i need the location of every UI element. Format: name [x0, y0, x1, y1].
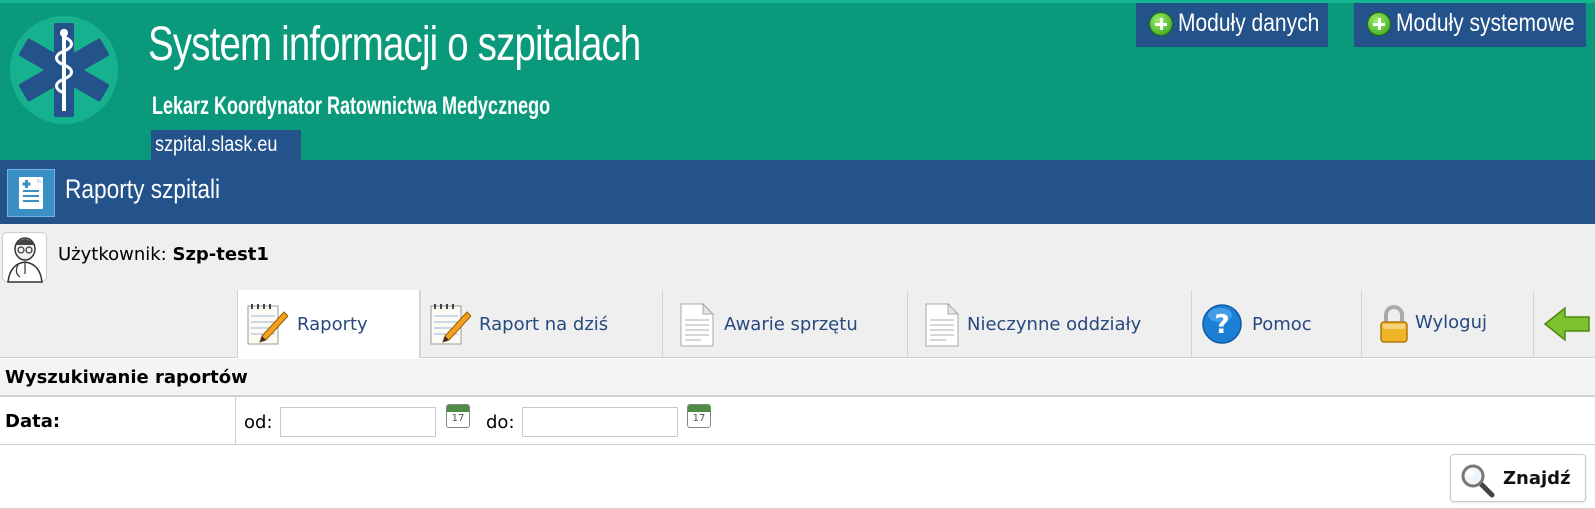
back-arrow-icon	[1543, 306, 1590, 342]
help-icon: ?	[1202, 304, 1242, 344]
notepad-pencil-icon	[430, 304, 471, 345]
data-modules-button[interactable]: Moduły danych	[1136, 3, 1328, 47]
app-subtitle: Lekarz Koordynator Ratownictwa Medyczneg…	[152, 92, 551, 120]
date-filter-row: Data: od: 17 do: 17	[0, 397, 1595, 445]
magnifier-icon	[1461, 464, 1495, 498]
svg-text:?: ?	[1214, 310, 1229, 340]
plus-icon	[1149, 12, 1173, 36]
tab-raport-na-dzis[interactable]: Raport na dziś	[420, 290, 662, 357]
system-modules-label: Moduły systemowe	[1396, 9, 1575, 37]
data-modules-label: Moduły danych	[1178, 9, 1320, 37]
doctor-avatar	[2, 232, 47, 283]
date-label: Data:	[5, 411, 61, 432]
document-icon	[925, 302, 960, 347]
find-button[interactable]: Znajdź	[1450, 454, 1586, 502]
tab-raporty-label: Raporty	[297, 314, 368, 335]
back-button[interactable]	[1533, 290, 1595, 357]
tab-bar: Raporty Raport na dziś Awarie sprzętu Ni…	[0, 290, 1595, 358]
padlock-icon	[1380, 305, 1408, 343]
user-label: Użytkownik:	[58, 244, 167, 265]
tab-pomoc-label: Pomoc	[1252, 314, 1312, 335]
date-from-input[interactable]	[280, 407, 436, 437]
search-button-row: Znajdź	[0, 445, 1595, 509]
star-of-life-logo-icon	[10, 16, 118, 124]
date-to-label: do:	[486, 412, 515, 433]
document-icon	[680, 302, 715, 347]
tab-awarie-sprzetu[interactable]: Awarie sprzętu	[662, 290, 907, 357]
domain-badge: szpital.slask.eu	[151, 130, 302, 160]
tab-nieczynne-oddzialy-label: Nieczynne oddziały	[967, 314, 1142, 335]
tab-raport-na-dzis-label: Raport na dziś	[479, 314, 609, 335]
report-page-icon	[7, 169, 55, 217]
tab-wyloguj-label: Wyloguj	[1415, 312, 1487, 333]
tab-nieczynne-oddzialy[interactable]: Nieczynne oddziały	[907, 290, 1191, 357]
date-to-input[interactable]	[522, 407, 678, 437]
notepad-pencil-icon	[247, 304, 288, 345]
app-title: System informacji o szpitalach	[148, 18, 641, 71]
page-title: Raporty szpitali	[65, 174, 221, 204]
tab-wyloguj[interactable]: Wyloguj	[1361, 290, 1533, 357]
calendar-from-icon[interactable]: 17	[446, 404, 470, 428]
domain-text: szpital.slask.eu	[155, 133, 278, 156]
tab-pomoc[interactable]: ? Pomoc	[1191, 290, 1361, 357]
system-modules-button[interactable]: Moduły systemowe	[1354, 3, 1586, 47]
page-title-bar: Raporty szpitali	[0, 160, 1595, 224]
search-section-title: Wyszukiwanie raportów	[0, 359, 1595, 397]
calendar-to-icon[interactable]: 17	[687, 404, 711, 428]
tab-awarie-sprzetu-label: Awarie sprzętu	[724, 314, 858, 335]
date-from-label: od:	[244, 412, 273, 433]
app-header: System informacji o szpitalach Lekarz Ko…	[0, 0, 1595, 160]
column-divider	[235, 397, 236, 445]
user-name: Szp-test1	[172, 244, 269, 265]
tab-raporty[interactable]: Raporty	[237, 290, 420, 358]
user-bar: Użytkownik: Szp-test1	[0, 224, 1595, 290]
user-info: Użytkownik: Szp-test1	[58, 244, 269, 265]
plus-icon	[1367, 12, 1391, 36]
find-button-label: Znajdź	[1503, 468, 1571, 489]
